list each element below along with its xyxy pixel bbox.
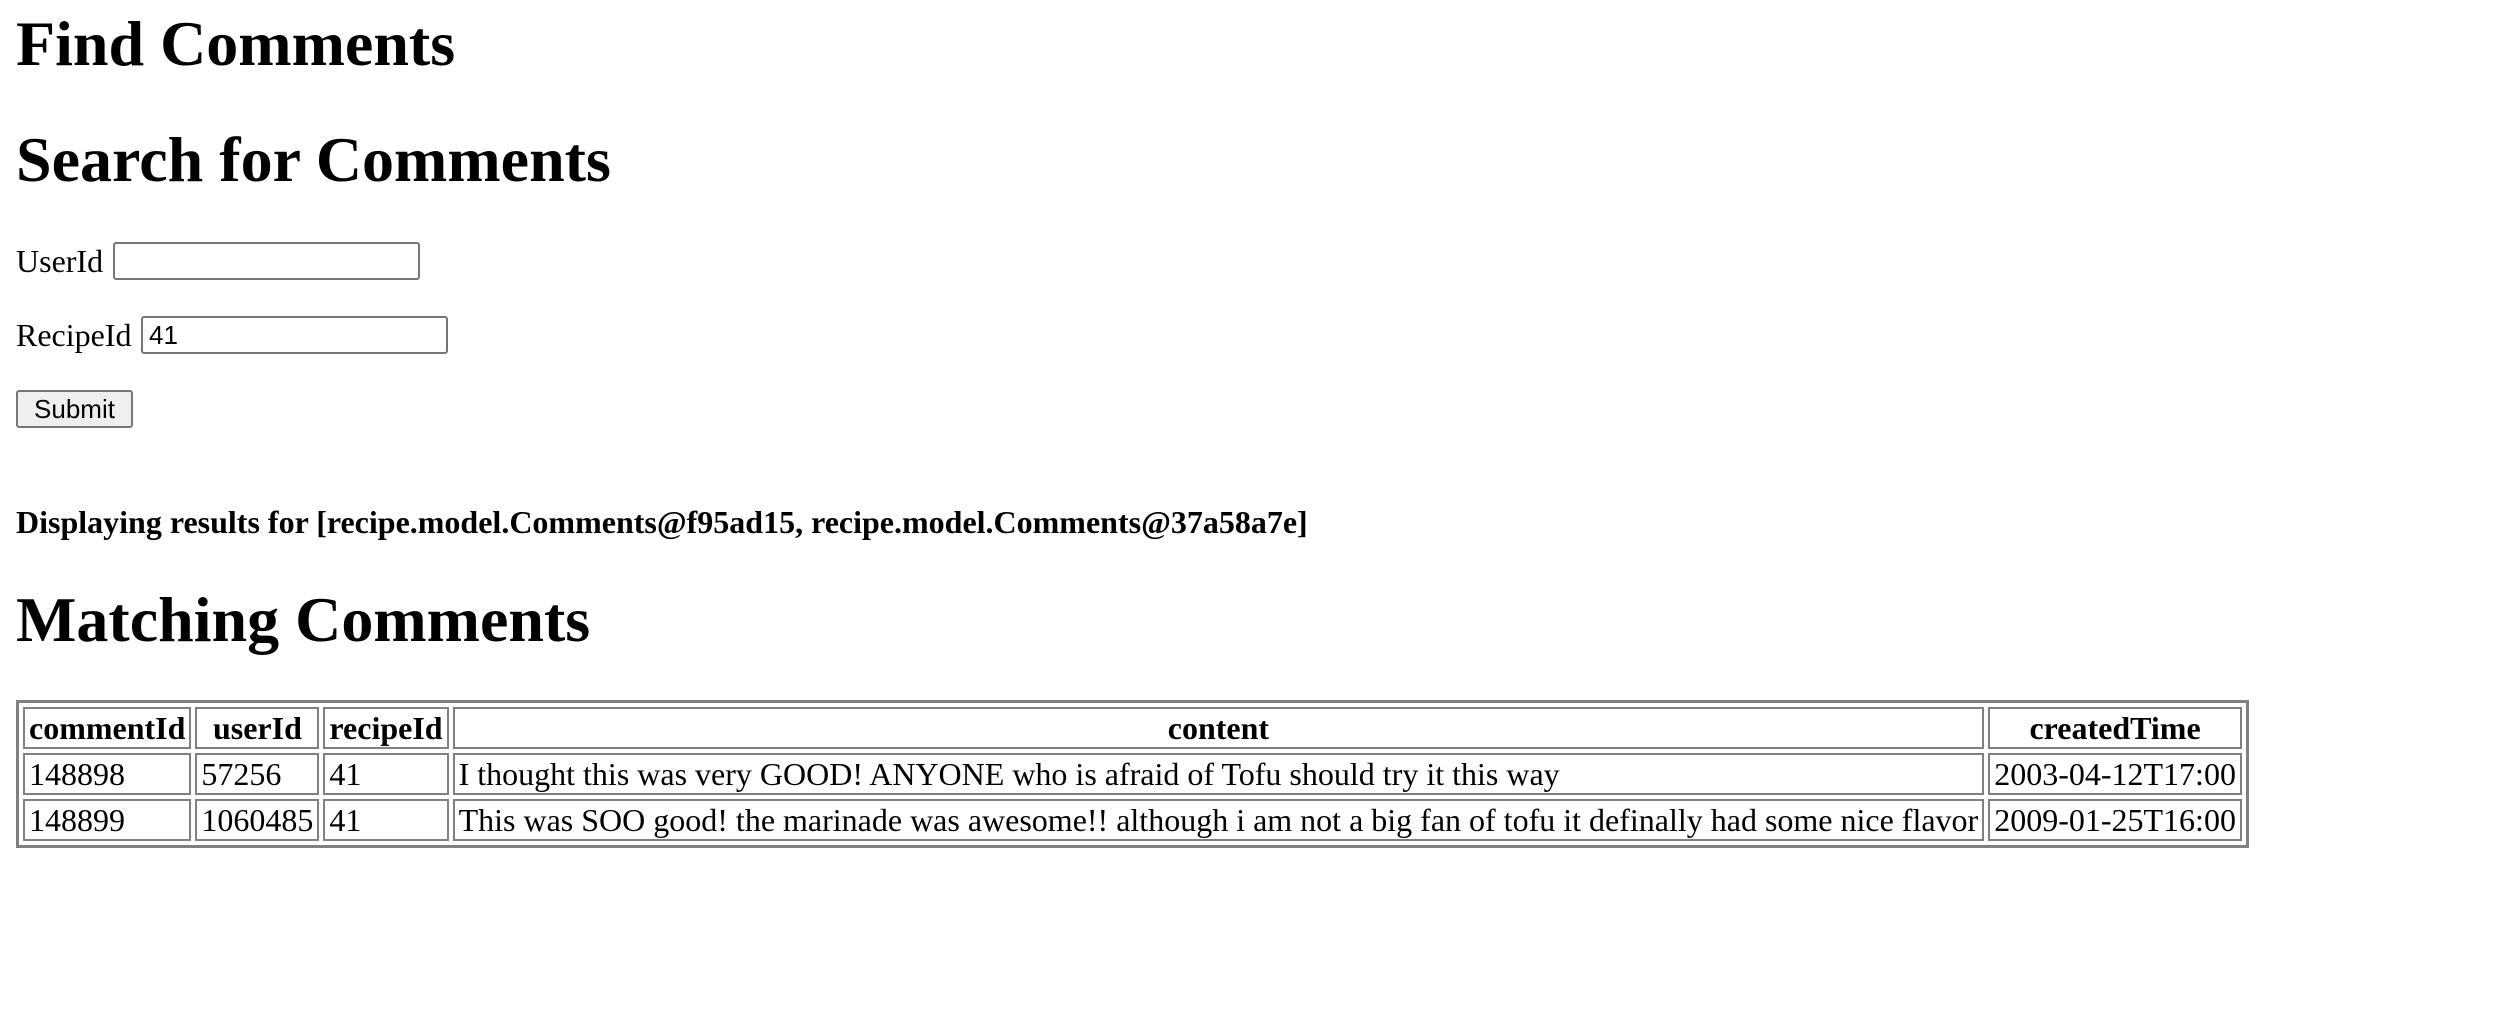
cell-userid: 1060485 bbox=[195, 799, 320, 841]
page: Find Comments Search for Comments UserId… bbox=[0, 0, 2496, 1024]
column-header-userid: userId bbox=[195, 707, 320, 749]
search-heading: Search for Comments bbox=[16, 124, 611, 195]
cell-createdtime: 2009-01-25T16:00 bbox=[1988, 799, 2242, 841]
column-header-commentid: commentId bbox=[23, 707, 192, 749]
userid-label: UserId bbox=[16, 243, 104, 279]
table-header-row: commentId userId recipeId content create… bbox=[23, 707, 2242, 749]
column-header-createdtime: createdTime bbox=[1988, 707, 2242, 749]
cell-commentid: 148899 bbox=[23, 799, 192, 841]
cell-content: This was SOO good! the marinade was awes… bbox=[452, 799, 1985, 841]
results-table: commentId userId recipeId content create… bbox=[16, 700, 2249, 848]
column-header-content: content bbox=[452, 707, 1985, 749]
cell-userid: 57256 bbox=[195, 753, 320, 795]
recipeid-input[interactable] bbox=[141, 316, 448, 354]
results-heading: Matching Comments bbox=[16, 584, 591, 655]
results-status-message: Displaying results for [recipe.model.Com… bbox=[16, 504, 1308, 540]
cell-content: I thought this was very GOOD! ANYONE who… bbox=[452, 753, 1985, 795]
table-row: 148898 57256 41 I thought this was very … bbox=[23, 753, 2242, 795]
table-row: 148899 1060485 41 This was SOO good! the… bbox=[23, 799, 2242, 841]
page-title: Find Comments bbox=[16, 8, 456, 79]
cell-recipeid: 41 bbox=[323, 753, 449, 795]
recipeid-label: RecipeId bbox=[16, 317, 132, 353]
cell-createdtime: 2003-04-12T17:00 bbox=[1988, 753, 2242, 795]
submit-button[interactable]: Submit bbox=[16, 390, 133, 428]
cell-commentid: 148898 bbox=[23, 753, 192, 795]
column-header-recipeid: recipeId bbox=[323, 707, 449, 749]
userid-input[interactable] bbox=[113, 242, 420, 280]
cell-recipeid: 41 bbox=[323, 799, 449, 841]
